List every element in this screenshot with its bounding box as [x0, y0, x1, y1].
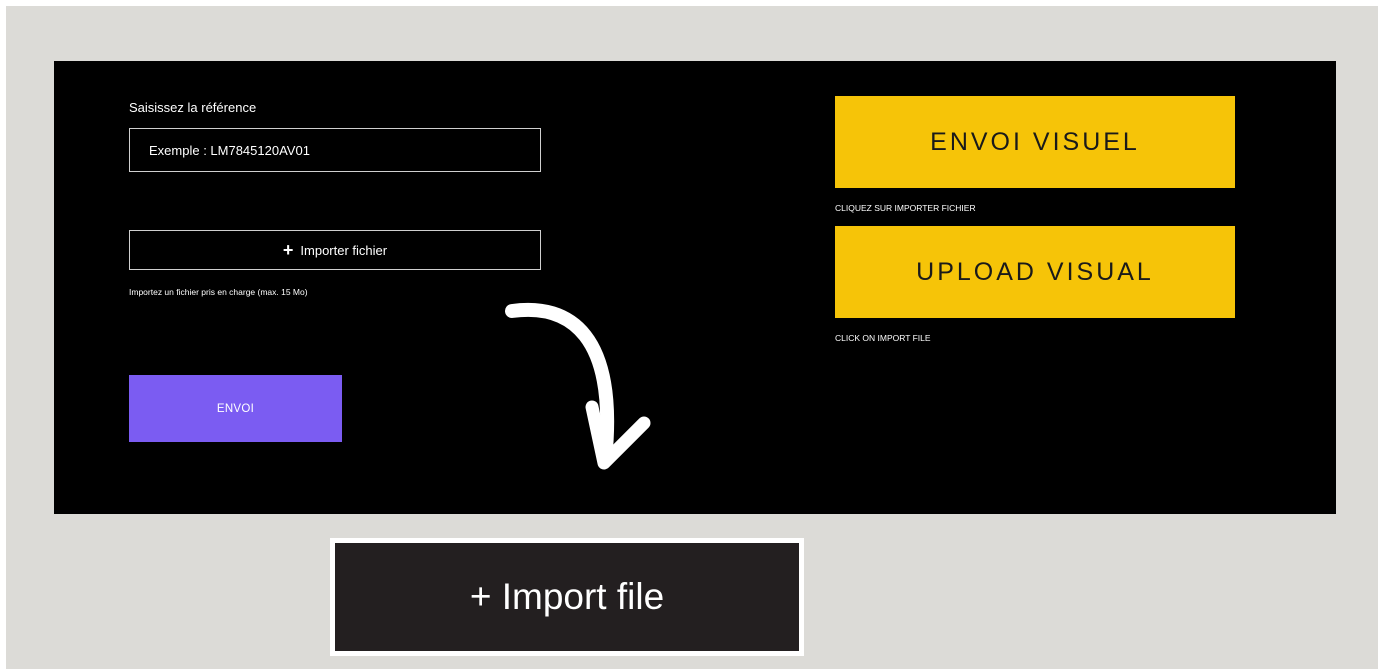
- caption-fr: CLIQUEZ SUR IMPORTER FICHIER: [835, 203, 976, 213]
- import-hint: Importez un fichier pris en charge (max.…: [129, 287, 308, 297]
- import-file-callout: + Import file: [330, 538, 804, 656]
- title-banner-fr: ENVOI VISUEL: [835, 96, 1235, 188]
- plus-icon: +: [282, 240, 294, 260]
- import-file-label: Importer fichier: [300, 242, 388, 258]
- title-banner-en: UPLOAD VISUAL: [835, 226, 1235, 318]
- reference-label: Saisissez la référence: [129, 100, 257, 115]
- caption-en: CLICK ON IMPORT FILE: [835, 333, 931, 343]
- reference-input[interactable]: [129, 128, 541, 172]
- submit-button[interactable]: ENVOI: [129, 375, 342, 442]
- import-file-button[interactable]: + Importer fichier: [129, 230, 541, 270]
- import-file-callout-label: + Import file: [469, 576, 665, 617]
- curved-arrow-down-icon: [505, 302, 651, 470]
